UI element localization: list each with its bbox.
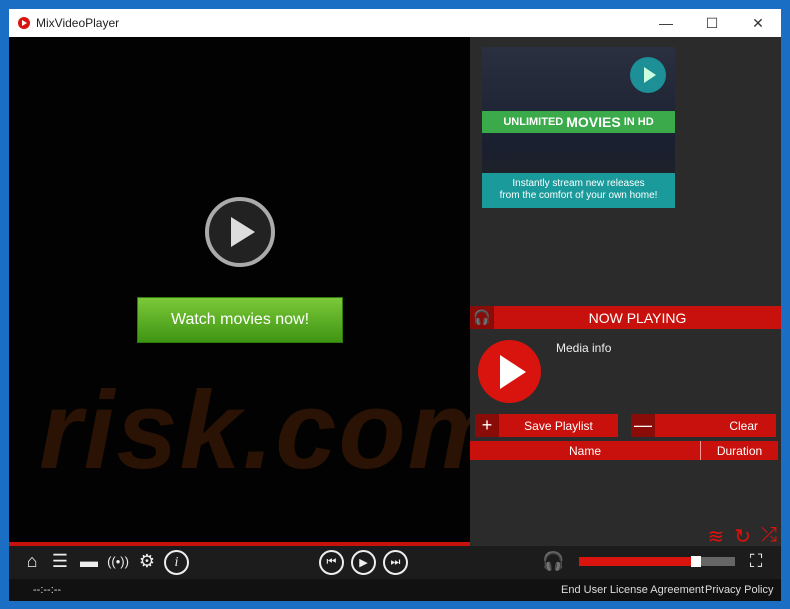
close-button[interactable]: ✕ [735, 9, 781, 37]
ad-headline-post: IN HD [623, 116, 654, 128]
app-logo-icon [18, 17, 30, 29]
volume-slider[interactable] [579, 556, 735, 567]
footer: --:--:-- End User License Agreement Priv… [9, 579, 781, 601]
minimize-button[interactable]: — [643, 9, 689, 37]
video-area[interactable]: risk.com Watch movies now! [9, 37, 470, 542]
clear-row: — Clear [631, 414, 776, 437]
eula-link[interactable]: End User License Agreement [561, 584, 704, 596]
ad-line-1: Instantly stream new releases [512, 178, 645, 189]
control-bar: ⌂ ☰ ▬ ((•)) ⚙ i ⏮ ▶ ⏭ 🎧 ⛶ [9, 546, 781, 579]
ad-play-icon[interactable] [630, 57, 666, 93]
info-icon[interactable]: i [164, 550, 189, 575]
playlist-header: Name Duration [470, 441, 778, 460]
play-icon[interactable] [205, 197, 275, 267]
broadcast-icon[interactable]: ((•)) [107, 554, 129, 569]
privacy-policy-link[interactable]: Privacy Policy [705, 584, 773, 596]
volume-headphones-icon[interactable]: 🎧 [542, 551, 564, 572]
fullscreen-icon[interactable]: ⛶ [745, 551, 767, 572]
volume-knob[interactable] [691, 556, 701, 567]
clear-button[interactable]: Clear [655, 414, 776, 437]
side-panel: UNLIMITED MOVIES IN HD Instantly stream ne… [470, 37, 781, 548]
column-name[interactable]: Name [470, 441, 701, 460]
playlist-icon[interactable]: ☰ [49, 551, 71, 572]
watch-movies-button[interactable]: Watch movies now! [137, 297, 343, 343]
advertisement[interactable]: UNLIMITED MOVIES IN HD Instantly stream ne… [482, 47, 675, 208]
column-duration[interactable]: Duration [701, 441, 778, 460]
ad-headline: UNLIMITED MOVIES IN HD [482, 111, 675, 133]
home-icon[interactable]: ⌂ [21, 551, 43, 572]
now-playing-title: NOW PLAYING [588, 309, 687, 326]
media-play-icon[interactable] [478, 340, 541, 403]
time-display: --:--:-- [33, 584, 62, 596]
previous-icon[interactable]: ⏮ [319, 550, 344, 575]
ad-headline-pre: UNLIMITED [503, 116, 564, 128]
save-playlist-button[interactable]: Save Playlist [499, 414, 618, 437]
ad-headline-main: MOVIES [566, 114, 621, 130]
add-icon[interactable]: + [475, 414, 499, 437]
maximize-button[interactable]: ☐ [689, 9, 735, 37]
ad-line-2: from the comfort of your own home! [499, 190, 658, 201]
window-title: MixVideoPlayer [36, 16, 120, 30]
next-icon[interactable]: ⏭ [383, 550, 408, 575]
headphones-icon: 🎧 [470, 306, 494, 329]
watermark: risk.com [39, 369, 470, 492]
remove-icon[interactable]: — [631, 414, 655, 437]
media-info: Media info [556, 341, 612, 355]
play-button-icon[interactable]: ▶ [351, 550, 376, 575]
gear-icon[interactable]: ⚙ [136, 551, 158, 572]
save-row: + Save Playlist [475, 414, 618, 437]
folder-icon[interactable]: ▬ [78, 551, 100, 572]
app-window: MixVideoPlayer — ☐ ✕ risk.com Watch movi… [9, 9, 781, 601]
now-playing-bar: 🎧 NOW PLAYING [470, 306, 781, 329]
ad-tagline: Instantly stream new releases from the co… [482, 173, 675, 208]
volume-fill [579, 557, 696, 566]
title-bar: MixVideoPlayer — ☐ ✕ [9, 9, 781, 37]
